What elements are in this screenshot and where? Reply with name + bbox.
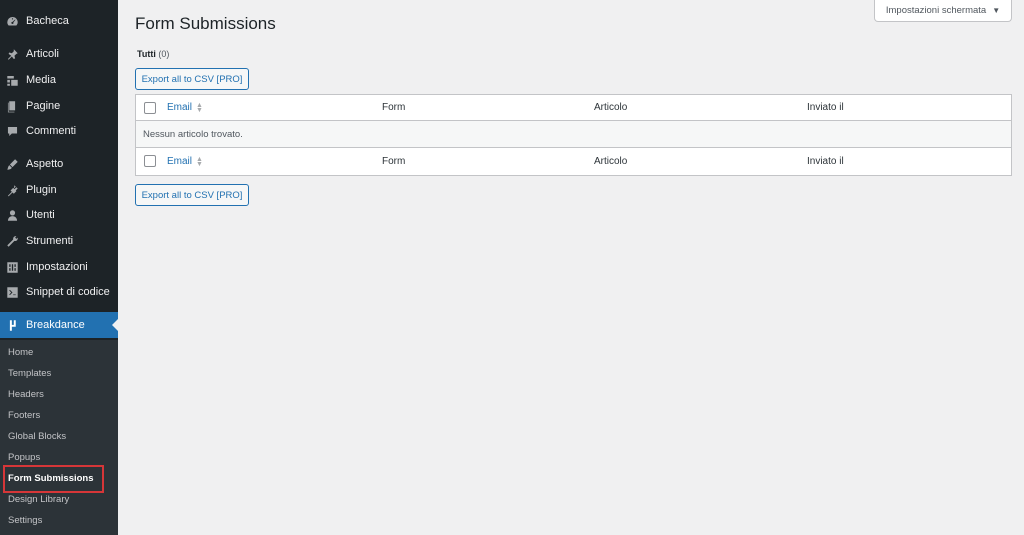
sidebar-item-media[interactable]: Media <box>0 68 118 92</box>
sidebar-item-bacheca[interactable]: Bacheca <box>0 9 118 33</box>
pin-icon <box>6 48 19 61</box>
active-menu-arrow <box>112 319 118 331</box>
column-header-email: Email <box>167 102 193 113</box>
plugin-icon <box>6 184 19 197</box>
filter-all-link[interactable]: Tutti <box>137 49 156 59</box>
sidebar-item-label: Commenti <box>26 125 77 137</box>
users-icon <box>6 209 19 222</box>
sidebar-item-snippet[interactable]: Snippet di codice <box>0 280 118 304</box>
media-icon <box>6 74 19 87</box>
sidebar-item-utenti[interactable]: Utenti <box>0 203 118 227</box>
submissions-table: Email ▲ ▼ Form Articolo Inviato il Nessun… <box>135 94 1012 176</box>
caret-down-icon: ▼ <box>992 6 1001 15</box>
empty-row: Nessun articolo trovato. <box>136 121 1011 148</box>
column-footer-articolo: Articolo <box>594 156 628 167</box>
sidebar-item-label: Pagine <box>26 100 61 112</box>
sidebar-item-label: Snippet di codice <box>26 286 110 298</box>
breakdance-icon <box>6 319 19 332</box>
table-footer-row: Email ▲ ▼ Form Articolo Inviato il <box>136 148 1011 175</box>
sidebar-item-pagine[interactable]: Pagine <box>0 94 118 118</box>
submenu-item-settings[interactable]: Settings <box>8 513 42 529</box>
submenu-item-footers[interactable]: Footers <box>8 408 40 424</box>
settings-icon <box>6 261 19 274</box>
screen-options-label: Impostazioni schermata <box>885 5 987 16</box>
page-title: Form Submissions <box>135 14 276 33</box>
submenu-item-home[interactable]: Home <box>8 345 33 361</box>
sidebar-item-label: Plugin <box>26 184 57 196</box>
status-filter: Tutti (0) <box>137 49 169 59</box>
column-header-articolo: Articolo <box>594 102 628 113</box>
sidebar-item-label: Bacheca <box>26 15 69 27</box>
column-email-sortable-footer[interactable]: Email ▲ ▼ <box>167 148 203 175</box>
column-footer-email: Email <box>167 156 193 167</box>
select-all-checkbox-footer[interactable] <box>144 155 156 167</box>
sort-arrows-icon: ▲ ▼ <box>196 155 203 168</box>
table-header-row: Email ▲ ▼ Form Articolo Inviato il <box>136 95 1011 121</box>
comments-icon <box>6 125 19 138</box>
sidebar-item-label: Breakdance <box>26 319 85 331</box>
submenu-item-popups[interactable]: Popups <box>8 450 40 466</box>
submenu-item-templates[interactable]: Templates <box>8 366 51 382</box>
filter-all-count: (0) <box>158 49 170 59</box>
screen-options-button[interactable]: Impostazioni schermata ▼ <box>874 0 1012 22</box>
sidebar-item-aspetto[interactable]: Aspetto <box>0 152 118 176</box>
submenu-item-design-library[interactable]: Design Library <box>8 492 69 508</box>
sidebar-item-label: Media <box>26 74 56 86</box>
sidebar-item-plugin[interactable]: Plugin <box>0 178 118 202</box>
submenu-item-headers[interactable]: Headers <box>8 387 44 403</box>
highlight-box <box>3 465 104 493</box>
column-footer-form: Form <box>382 156 406 167</box>
submenu-item-global-blocks[interactable]: Global Blocks <box>8 429 66 445</box>
column-footer-inviato-il: Inviato il <box>807 156 844 167</box>
empty-message: Nessun articolo trovato. <box>143 128 243 140</box>
select-all-checkbox[interactable] <box>144 102 156 114</box>
sidebar-item-label: Utenti <box>26 209 55 221</box>
export-csv-button-bottom[interactable]: Export all to CSV [PRO] <box>135 184 249 206</box>
sidebar-item-commenti[interactable]: Commenti <box>0 119 118 143</box>
sidebar-item-label: Impostazioni <box>26 261 88 273</box>
tools-icon <box>6 235 19 248</box>
column-header-inviato-il: Inviato il <box>807 102 844 113</box>
sidebar-item-label: Aspetto <box>26 158 64 170</box>
sidebar-item-label: Strumenti <box>26 235 74 247</box>
admin-sidebar: Bacheca Articoli Media Pagine Commenti A… <box>0 0 118 535</box>
sidebar-item-label: Articoli <box>26 48 60 60</box>
sort-arrows-icon: ▲ ▼ <box>196 101 203 114</box>
sidebar-item-articoli[interactable]: Articoli <box>0 42 118 66</box>
sidebar-item-strumenti[interactable]: Strumenti <box>0 229 118 253</box>
sidebar-item-impostazioni[interactable]: Impostazioni <box>0 255 118 279</box>
dashboard-icon <box>6 15 19 28</box>
code-snippets-icon <box>6 286 19 299</box>
column-header-form: Form <box>382 102 406 113</box>
pages-icon <box>6 100 19 113</box>
export-csv-button-top[interactable]: Export all to CSV [PRO] <box>135 68 249 90</box>
column-email-sortable[interactable]: Email ▲ ▼ <box>167 95 203 120</box>
sidebar-item-breakdance[interactable]: Breakdance <box>0 312 118 338</box>
appearance-icon <box>6 158 19 171</box>
